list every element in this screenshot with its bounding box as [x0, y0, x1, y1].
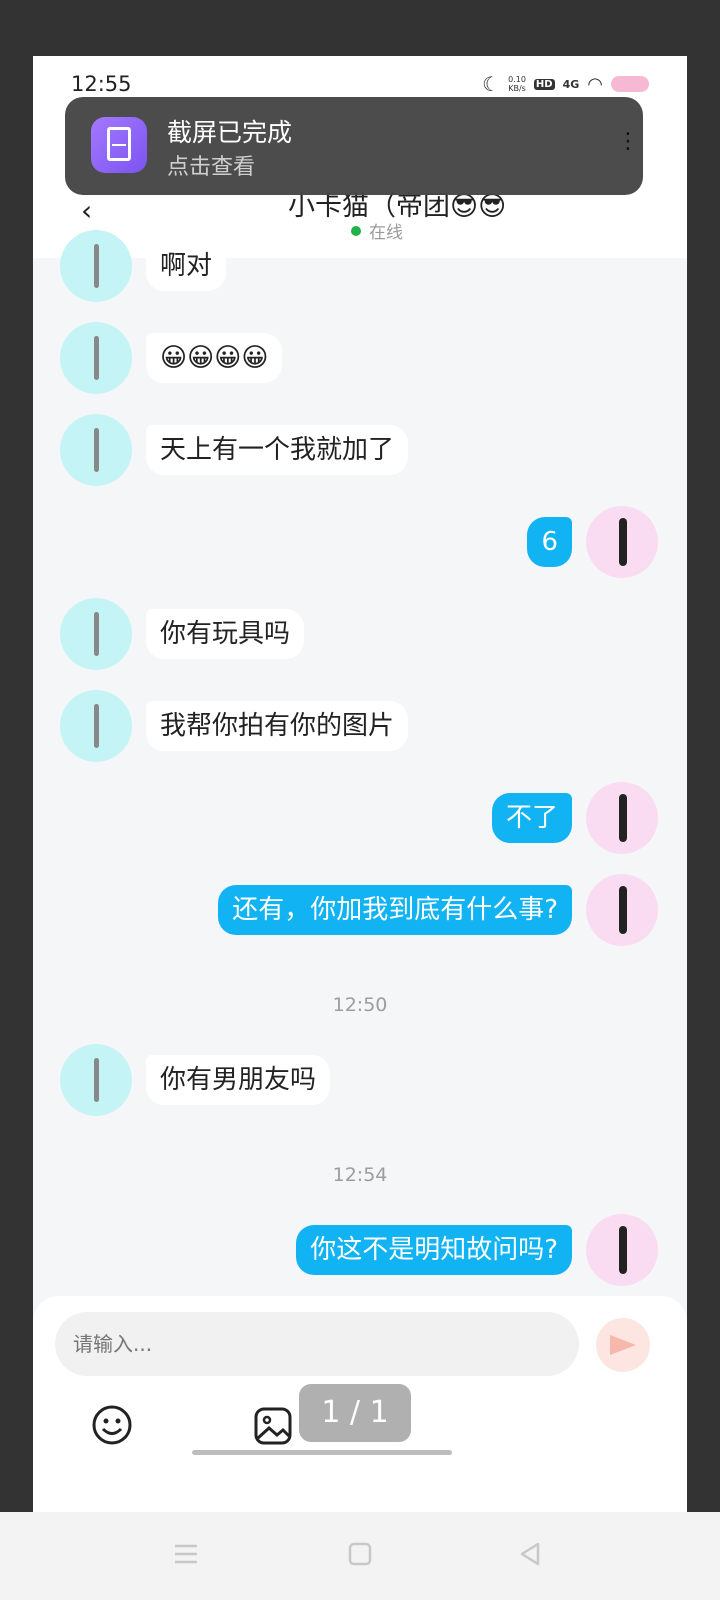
avatar[interactable] [586, 1214, 658, 1286]
message-row: 你有男朋友吗 [60, 1044, 331, 1116]
message-row: 不了 [491, 782, 658, 854]
message-bubble[interactable]: 😀😀😀😀 [146, 333, 283, 383]
time-divider: 12:54 [332, 1164, 388, 1186]
screenshot-app-icon [91, 117, 147, 173]
message-row: 6 [527, 506, 658, 578]
back-icon[interactable]: ‹ [81, 194, 92, 227]
avatar[interactable] [60, 230, 132, 302]
status-icons: ☾ 0.10 KB/s HD 4G ◠ [482, 72, 649, 96]
time-divider: 12:50 [332, 994, 388, 1016]
online-status: 在线 [351, 218, 403, 243]
toast-subtitle: 点击查看 [167, 155, 256, 180]
avatar[interactable] [60, 598, 132, 670]
message-bubble[interactable]: 你有男朋友吗 [146, 1055, 331, 1105]
home-indicator [192, 1450, 452, 1455]
avatar[interactable] [60, 1044, 132, 1116]
message-bubble[interactable]: 啊对 [146, 241, 227, 291]
message-bubble[interactable]: 你这不是明知故问吗? [296, 1225, 572, 1275]
avatar[interactable] [586, 506, 658, 578]
avatar[interactable] [60, 322, 132, 394]
message-row: 你有玩具吗 [60, 598, 305, 670]
status-time: 12:55 [71, 72, 132, 96]
message-bubble[interactable]: 6 [527, 517, 572, 567]
message-row: 你这不是明知故问吗? [296, 1214, 658, 1286]
message-bubble[interactable]: 还有，你加我到底有什么事? [218, 885, 572, 935]
message-bubble[interactable]: 天上有一个我就加了 [146, 425, 409, 475]
toast-title: 截屏已完成 [167, 118, 293, 147]
message-bubble[interactable]: 你有玩具吗 [146, 609, 305, 659]
message-bubble[interactable]: 我帮你拍有你的图片 [146, 701, 409, 751]
avatar[interactable] [586, 874, 658, 946]
avatar[interactable] [60, 690, 132, 762]
signal-icon: 4G [562, 77, 580, 91]
message-input[interactable] [55, 1312, 579, 1376]
moon-icon: ☾ [482, 72, 501, 96]
message-row: 天上有一个我就加了 [60, 414, 409, 486]
screenshot-toast[interactable]: 截屏已完成 点击查看 ⋮ [65, 97, 643, 195]
page-indicator: 1 / 1 [299, 1384, 411, 1442]
avatar[interactable] [60, 414, 132, 486]
battery-icon [611, 76, 649, 92]
menu-icon[interactable] [172, 1540, 200, 1568]
send-button[interactable] [596, 1318, 650, 1372]
net-speed: 0.10 KB/s [508, 75, 526, 93]
message-bubble[interactable]: 不了 [491, 793, 572, 843]
avatar[interactable] [586, 782, 658, 854]
message-row: 我帮你拍有你的图片 [60, 690, 409, 762]
home-icon[interactable] [346, 1540, 374, 1568]
composer: 1 / 1 [33, 1296, 687, 1512]
emoji-icon[interactable] [91, 1404, 133, 1446]
back-nav-icon[interactable] [516, 1540, 544, 1568]
message-row: 啊对 [60, 230, 227, 302]
online-dot-icon [351, 225, 361, 236]
hd-icon: HD [533, 78, 555, 90]
phone-screen: 12:55 ☾ 0.10 KB/s HD 4G ◠ ‹ 小卡猫（帝团😎😎 在线 … [33, 56, 687, 1512]
image-icon[interactable] [253, 1406, 293, 1446]
message-row: 还有，你加我到底有什么事? [218, 874, 658, 946]
navigation-bar [0, 1512, 720, 1600]
message-row: 😀😀😀😀 [60, 322, 283, 394]
more-menu-icon[interactable]: ⋮ [617, 131, 639, 153]
wifi-icon: ◠ [587, 73, 603, 95]
